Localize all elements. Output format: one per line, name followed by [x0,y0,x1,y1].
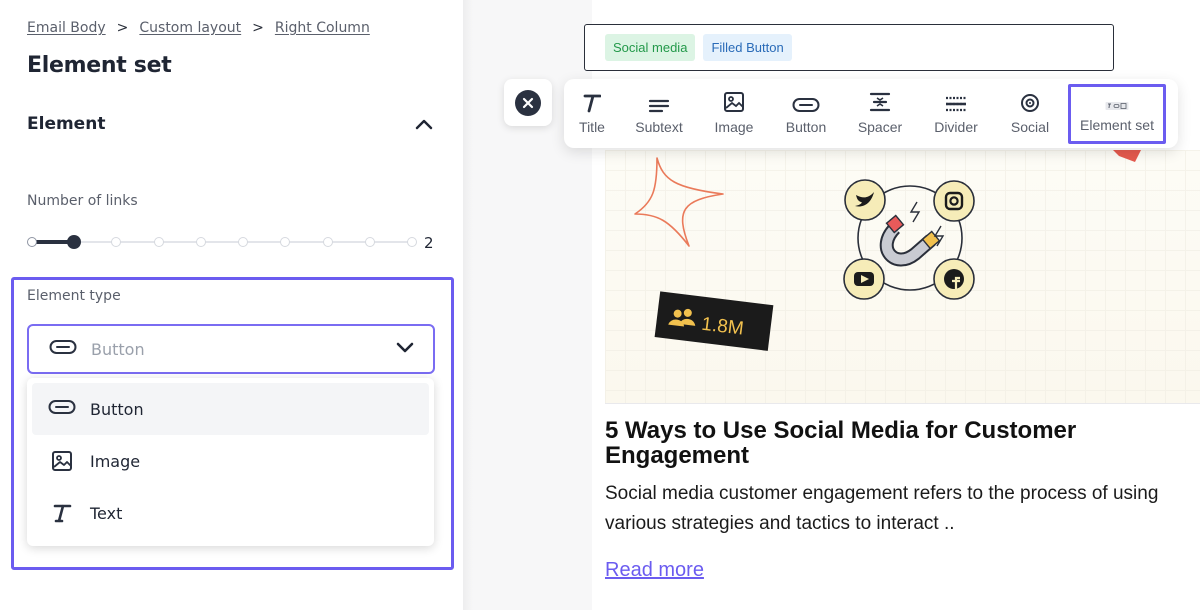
option-text[interactable]: Text [32,487,429,539]
sparkle-decoration [634,157,724,247]
tag-filled-button[interactable]: Filled Button [703,34,792,61]
spacer-icon [869,79,891,119]
tool-label: Divider [934,119,978,135]
option-button[interactable]: Button [32,383,429,435]
read-more-link[interactable]: Read more [605,559,704,582]
tool-label: Social [1010,119,1050,135]
button-pill-icon [49,339,77,360]
links-count-label: Number of links [27,193,138,209]
title-icon [583,79,601,119]
text-italic-t-icon [48,502,76,524]
chevron-down-icon [395,340,415,359]
option-label: Image [90,451,141,471]
tool-divider[interactable]: Divider [932,79,980,148]
tool-social[interactable]: Social [1010,79,1050,148]
slider-stop[interactable] [322,237,333,247]
element-toolbar: Title Subtext Image Button Spacer Divide… [564,79,1178,148]
links-count-value: 2 [424,234,434,252]
tool-spacer[interactable]: Spacer [857,79,903,148]
breadcrumb-separator: > [116,20,129,36]
tool-label: Spacer [857,119,903,135]
chevron-up-icon[interactable] [411,111,437,137]
divider-icon [944,79,968,119]
subtext-icon [648,79,670,119]
tool-label: Image [714,119,754,135]
slider-stop[interactable] [280,237,291,247]
slider-stop[interactable] [364,237,375,247]
tool-label: Title [579,119,605,135]
close-toolbar-button[interactable] [504,79,552,126]
breadcrumb-separator: > [252,20,264,36]
breadcrumb-email-body[interactable]: Email Body [27,20,106,36]
settings-panel: Email Body > Custom layout > Right Colum… [0,0,463,610]
slider-stop[interactable] [238,237,249,247]
slider-stop[interactable] [153,237,164,247]
slider-track [31,241,413,243]
tag-social-media[interactable]: Social media [605,34,696,61]
hero-image: 1.8M [605,150,1200,404]
element-section-header[interactable]: Element [27,111,437,137]
close-icon [515,89,541,116]
element-type-label: Element type [27,288,121,304]
tool-element-set[interactable]: Element set [1068,84,1166,144]
tool-label: Button [785,119,827,135]
magnet-network-illustration [843,179,975,300]
image-icon [723,79,745,119]
tool-subtext[interactable]: Subtext [634,79,684,148]
slider-thumb[interactable] [67,235,82,249]
breadcrumb-custom-layout[interactable]: Custom layout [139,20,241,36]
article-excerpt: Social media customer engagement refers … [605,483,1159,534]
tool-title[interactable]: Title [574,79,610,148]
links-count-slider[interactable] [27,232,417,252]
slider-stop[interactable] [111,237,122,247]
option-label: Button [90,399,144,419]
option-image[interactable]: Image [32,435,429,487]
social-icon [1020,79,1040,119]
section-label: Element [27,114,106,134]
element-type-select[interactable]: Button [27,324,435,374]
email-preview-area: Social media Filled Button 1.8M Title Su… [463,0,1200,610]
tool-image[interactable]: Image [714,79,754,148]
breadcrumb-right-column[interactable]: Right Column [275,20,370,36]
tool-button[interactable]: Button [784,79,828,148]
page-title: Element set [27,53,172,78]
option-label: Text [90,503,123,523]
element-set-icon [1105,87,1129,117]
selected-value: Button [91,339,145,359]
panel-edge-shadow [463,0,473,610]
breadcrumb: Email Body > Custom layout > Right Colum… [27,20,370,36]
selected-block-tags: Social media Filled Button [584,24,1114,71]
tool-label: Element set [1080,117,1154,133]
button-pill-icon [48,399,76,420]
button-icon [792,79,820,119]
article-title: 5 Ways to Use Social Media for Customer … [605,417,1077,469]
tool-label: Subtext [635,119,683,135]
followers-badge: 1.8M [654,291,774,351]
red-tag-decoration [1113,150,1141,162]
slider-stop[interactable] [195,237,206,247]
slider-stop[interactable] [407,237,417,247]
slider-stop[interactable] [27,237,37,247]
image-icon [48,450,76,472]
element-type-dropdown: Button Image Text [27,378,434,546]
